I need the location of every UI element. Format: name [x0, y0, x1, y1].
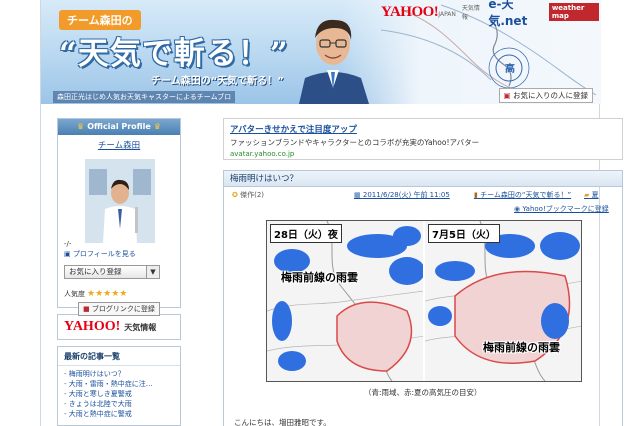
article-title: 梅雨明けはいつ？: [224, 171, 622, 187]
forecast-map-july5: 7月5日（火） 梅雨前線の雨雲: [425, 221, 581, 381]
yahoo-bookmark-link[interactable]: ◉ Yahoo!ブックマークに登録: [514, 204, 609, 214]
front-cloud-label: 梅雨前線の雨雲: [483, 341, 560, 354]
award-icon: ✪: [232, 191, 238, 199]
article-meta: ✪ 傑作(2) ▦ 2011/6/28(火) 午前 11:05 ▮ チーム森田の…: [224, 190, 624, 202]
link-icon: ■: [83, 305, 90, 313]
yahoo-japan-logo[interactable]: YAHOO!JAPAN: [381, 4, 456, 21]
book-icon: ▮: [474, 191, 478, 199]
blog-title: “天気で斬る！”: [59, 36, 289, 72]
heart-icon: ▣: [503, 91, 511, 100]
etenki-logo[interactable]: e-天気.net: [488, 0, 543, 29]
left-sidebar: ♛Official Profile♛ チーム森田 -/- ▣ プロフィールを: [57, 118, 181, 426]
folder-icon: ▰: [584, 191, 590, 199]
popularity-row: 人気度 ★★★★★: [64, 289, 128, 299]
yahoo-weather-banner[interactable]: YAHOO! 天気情報: [57, 314, 181, 340]
rain-map-july5-image: [425, 221, 581, 381]
team-name-pill: チーム森田の: [59, 10, 141, 30]
add-favorite-person-button[interactable]: ▣ お気に入りの人に登録: [498, 88, 593, 103]
forecast-map-pair: 28日（火）夜 梅雨前線の雨雲 7月5日（火） 梅雨前線の雨雲: [266, 220, 582, 382]
recent-article-link[interactable]: きょうは北陸で大雨: [64, 399, 174, 409]
recent-articles-box: 最新の記事一覧 梅雨明けはいつ？ 大雨・雷雨・熱中症に注… 大雨と寒しき夏警戒 …: [57, 346, 181, 426]
forecast-map-june28: 28日（火）夜 梅雨前線の雨雲: [267, 221, 423, 381]
view-profile-link[interactable]: ▣ プロフィールを見る: [64, 249, 136, 259]
weathermap-logo[interactable]: weather map: [548, 3, 599, 21]
star-rating: ★★★★★: [87, 289, 128, 299]
calendar-icon: ▦: [354, 191, 361, 199]
sponsored-ad[interactable]: アバターきせかえで注目度アップ ファッションブランドやキャラクターとのコラボが充…: [223, 118, 623, 160]
map-date-label: 28日（火）夜: [270, 224, 342, 243]
header-logo-bar: YAHOO!JAPAN 天気情報 e-天気.net weather map: [341, 0, 599, 28]
page-frame: チーム森田の “天気で斬る！” チーム森田の“天気で斬る！” 森田正光はじめ人気…: [40, 0, 623, 426]
profile-box: ♛Official Profile♛ チーム森田 -/- ▣ プロフィールを: [57, 118, 181, 316]
profile-photo[interactable]: [85, 159, 155, 243]
yahoo-logo: YAHOO!: [64, 319, 121, 334]
ad-title-link[interactable]: アバターきせかえで注目度アップ: [230, 123, 616, 135]
caster-portrait: [291, 8, 376, 104]
recent-articles-heading: 最新の記事一覧: [58, 347, 180, 366]
profile-heading: ♛ Official Profile ♛: [58, 119, 180, 135]
recent-article-link[interactable]: 梅雨明けはいつ？: [64, 369, 174, 379]
chevron-down-icon[interactable]: ▼: [146, 265, 160, 279]
article-date[interactable]: ▦ 2011/6/28(火) 午前 11:05: [354, 190, 450, 200]
yahoo-weather-label: 天気情報: [124, 322, 157, 332]
folder-link[interactable]: ▰ 夏: [584, 190, 599, 200]
map-caption: （青:雨域、赤:夏の高気圧の目安）: [364, 388, 482, 397]
add-blog-link-button[interactable]: ■ ブログリンクに登録: [78, 302, 160, 316]
recent-article-link[interactable]: 大雨と寒しき夏警戒: [64, 389, 174, 399]
blog-header-banner[interactable]: チーム森田の “天気で斬る！” チーム森田の“天気で斬る！” 森田正光はじめ人気…: [41, 0, 601, 104]
recent-article-link[interactable]: 大雨・雷雨・熱中症に注…: [64, 379, 174, 389]
article-body-text: こんにちは、増田雅昭です。: [234, 418, 331, 426]
ad-body: ファッションブランドやキャラクターとのコラボが充実のYahoo!アバター: [230, 138, 480, 147]
main-content: アバターきせかえで注目度アップ ファッションブランドやキャラクターとのコラボが充…: [223, 118, 623, 426]
bookmark-icon: ◉: [514, 205, 521, 213]
rain-map-june28-image: [267, 221, 423, 381]
front-cloud-label: 梅雨前線の雨雲: [281, 271, 358, 284]
ad-url[interactable]: avatar.yahoo.co.jp: [230, 150, 616, 158]
recent-articles-list: 梅雨明けはいつ？ 大雨・雷雨・熱中症に注… 大雨と寒しき夏警戒 きょうは北陸で大…: [58, 366, 180, 422]
crown-icon: ♛: [153, 122, 161, 131]
add-favorite-label: お気に入りの人に登録: [513, 91, 588, 100]
category-link[interactable]: ▮ チーム森田の“天気で斬る！”: [474, 190, 571, 200]
profile-meta: -/-: [64, 240, 72, 248]
profile-icon: ▣: [64, 250, 71, 258]
profile-name-link[interactable]: チーム森田: [58, 139, 180, 151]
add-favorite-button[interactable]: お気に入り登録: [64, 265, 154, 279]
recent-article-link[interactable]: 大雨と熱中症に警戒: [64, 409, 174, 419]
crown-icon: ♛: [77, 122, 85, 131]
blog-tagline: 森田正光はじめ人気お天気キャスターによるチームブロ: [53, 91, 236, 103]
blog-subtitle: チーム森田の“天気で斬る！”: [151, 76, 284, 87]
high-pressure-label: 高: [505, 64, 515, 75]
masterpiece-count[interactable]: ✪ 傑作(2): [232, 190, 264, 200]
map-date-label: 7月5日（火）: [428, 224, 500, 243]
weather-info-label: 天気情報: [461, 5, 480, 21]
article-panel: 梅雨明けはいつ？ ✪ 傑作(2) ▦ 2011/6/28(火) 午前 11:05…: [223, 170, 623, 426]
